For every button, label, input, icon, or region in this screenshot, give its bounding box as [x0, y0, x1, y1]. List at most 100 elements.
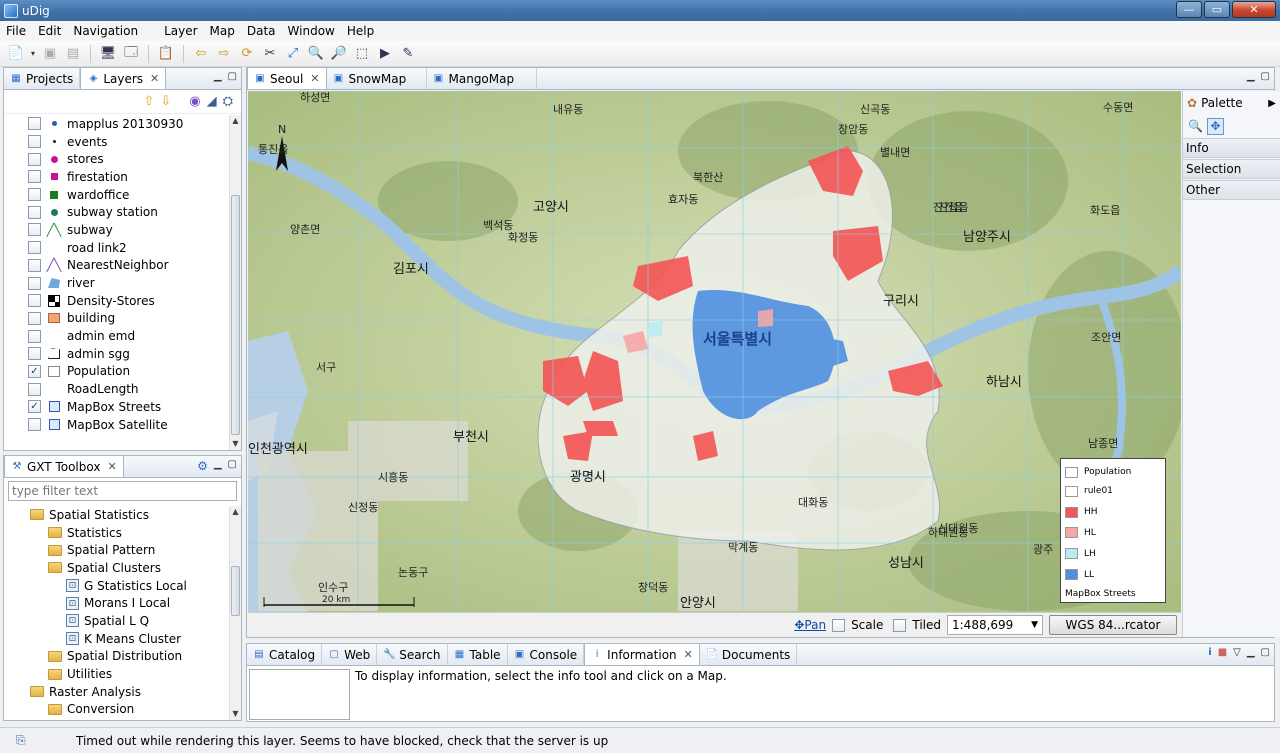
toolbox-tool[interactable]: ⚀ Spatial L Q	[4, 612, 229, 630]
maximize-view-icon[interactable]: ▢	[1261, 647, 1270, 658]
menu-map[interactable]: Map	[204, 24, 241, 38]
new-map-icon[interactable]: 🖥	[98, 44, 118, 64]
save-all-icon[interactable]: ▤	[63, 44, 83, 64]
close-tab-icon[interactable]: ✕	[310, 72, 319, 85]
layer-visibility-checkbox[interactable]	[28, 170, 41, 184]
toolbox-folder[interactable]: Spatial Pattern	[4, 541, 229, 559]
layer-visibility-checkbox[interactable]	[28, 382, 41, 396]
maximize-button[interactable]: ▭	[1204, 1, 1230, 18]
tiled-checkbox[interactable]	[893, 618, 907, 632]
zoom-extent-icon[interactable]: ⤢	[283, 44, 303, 64]
layer-visibility-checkbox[interactable]: ✓	[28, 400, 41, 414]
stop-icon[interactable]: ✂	[260, 44, 280, 64]
tab-snowmap[interactable]: ▣ SnowMap	[327, 68, 427, 89]
layer-visibility-checkbox[interactable]	[28, 188, 41, 202]
layer-visibility-checkbox[interactable]	[28, 258, 41, 272]
tab-documents[interactable]: 📄 Documents	[700, 644, 798, 665]
menu-data[interactable]: Data	[241, 24, 282, 38]
layer-visibility-checkbox[interactable]	[28, 294, 41, 308]
new-icon[interactable]: 📄	[6, 44, 26, 64]
map-canvas[interactable]: N 20 km 하성면 통진읍 양촌면 김포시 서구 인천광역시 부천시 시흥동 고양시 백석동 화…	[248, 91, 1181, 612]
zoom-out-icon[interactable]: 🔎	[329, 44, 349, 64]
menu-window[interactable]: Window	[282, 24, 341, 38]
tab-catalog[interactable]: ▤ Catalog	[247, 644, 323, 665]
scroll-up-icon[interactable]: ▲	[230, 506, 241, 518]
drawer-info[interactable]: Info	[1183, 138, 1280, 158]
layer-item[interactable]: admin emd	[4, 327, 229, 345]
layer-visibility-checkbox[interactable]	[28, 347, 41, 361]
layer-visibility-checkbox[interactable]: ✓	[28, 364, 41, 378]
layer-item[interactable]: mapplus 20130930	[4, 115, 229, 133]
toolbox-tool[interactable]: ⚀ K Means Cluster	[4, 630, 229, 648]
toolbox-scrollbar[interactable]: ▲ ▼	[229, 506, 241, 720]
tab-layers[interactable]: ◈ Layers ✕	[80, 67, 167, 89]
layer-visibility-checkbox[interactable]	[28, 276, 41, 290]
tab-table[interactable]: ▦ Table	[448, 644, 508, 665]
minimize-view-icon[interactable]: ▁	[214, 459, 222, 473]
layer-item[interactable]: events	[4, 133, 229, 151]
menu-navigation[interactable]: Navigation	[67, 24, 144, 38]
layer-visibility-checkbox[interactable]	[28, 311, 41, 325]
close-tab-icon[interactable]: ✕	[684, 648, 693, 661]
close-tab-icon[interactable]: ✕	[150, 72, 159, 85]
layer-item[interactable]: stores	[4, 150, 229, 168]
minimize-view-icon[interactable]: ▁	[1247, 647, 1255, 658]
minimize-button[interactable]: —	[1176, 1, 1202, 18]
toolbox-folder[interactable]: Spatial Clusters	[4, 559, 229, 577]
layers-scrollbar[interactable]: ▲ ▼	[229, 115, 241, 450]
toolbox-folder[interactable]: Utilities	[4, 665, 229, 683]
scale-select[interactable]: 1:488,699 ▼	[947, 615, 1043, 635]
layer-item[interactable]: Density-Stores	[4, 292, 229, 310]
layer-visibility-checkbox[interactable]	[28, 135, 41, 149]
layer-item[interactable]: firestation	[4, 168, 229, 186]
layer-item[interactable]: building	[4, 310, 229, 328]
back-icon[interactable]: ⇦	[191, 44, 211, 64]
style-icon[interactable]: ◉	[189, 94, 200, 109]
toolbox-folder[interactable]: Statistics	[4, 524, 229, 542]
drawer-selection[interactable]: Selection	[1183, 159, 1280, 179]
save-icon[interactable]: ▣	[40, 44, 60, 64]
layer-visibility-checkbox[interactable]	[28, 223, 41, 237]
scroll-up-icon[interactable]: ▲	[230, 115, 241, 127]
dropdown-arrow-icon[interactable]: ▾	[29, 44, 37, 64]
toolbox-folder[interactable]: Conversion	[4, 701, 229, 719]
view-menu-icon[interactable]: ▽	[1233, 647, 1241, 658]
map-svg[interactable]: N 20 km 하성면통진읍양촌면김포시서구인천광역시부천시시흥동고양시백석동화…	[248, 91, 1181, 612]
tab-seoul[interactable]: ▣ Seoul ✕	[247, 67, 327, 89]
crs-button[interactable]: WGS 84...rcator	[1049, 615, 1177, 635]
close-tab-icon[interactable]: ✕	[107, 460, 116, 473]
close-window-button[interactable]: ✕	[1232, 1, 1276, 18]
layer-item[interactable]: wardoffice	[4, 186, 229, 204]
layer-item[interactable]: RoadLength	[4, 380, 229, 398]
toolbox-folder[interactable]: Raster Analysis	[4, 683, 229, 701]
maximize-view-icon[interactable]: ▢	[228, 71, 237, 82]
menu-file[interactable]: File	[0, 24, 32, 38]
tab-gxt-toolbox[interactable]: ⚒ GXT Toolbox ✕	[4, 455, 124, 477]
toolbox-tool[interactable]: ⚀ G Statistics Local	[4, 577, 229, 595]
layer-visibility-checkbox[interactable]	[28, 152, 41, 166]
tab-projects[interactable]: ▦ Projects	[4, 68, 81, 89]
drawer-other[interactable]: Other	[1183, 180, 1280, 200]
toolbox-tool[interactable]: ⚀ Morans I Local	[4, 594, 229, 612]
scroll-down-icon[interactable]: ▼	[230, 708, 241, 720]
scale-checkbox[interactable]	[832, 618, 846, 632]
minimize-view-icon[interactable]: ▁	[1247, 71, 1255, 82]
layer-item[interactable]: ✓ MapBox Streets	[4, 398, 229, 416]
layer-item[interactable]: subway station	[4, 203, 229, 221]
layer-item[interactable]: admin sgg	[4, 345, 229, 363]
settings-gear-icon[interactable]: ⚙	[197, 459, 208, 473]
minimize-view-icon[interactable]: ▁	[214, 71, 222, 82]
forward-icon[interactable]: ⇨	[214, 44, 234, 64]
layer-item[interactable]: ✓ Population	[4, 363, 229, 381]
tab-search[interactable]: 🔧 Search	[377, 644, 448, 665]
layer-visibility-checkbox[interactable]	[28, 418, 41, 432]
layer-visibility-checkbox[interactable]	[28, 329, 41, 343]
toolbox-folder[interactable]: Spatial Statistics	[4, 506, 229, 524]
scroll-down-icon[interactable]: ▼	[230, 438, 241, 450]
move-up-icon[interactable]: ⇧	[143, 94, 154, 109]
chevron-right-icon[interactable]: ▶	[1268, 98, 1276, 109]
tab-web[interactable]: ▢ Web	[322, 644, 378, 665]
stop-icon[interactable]: ■	[1218, 647, 1227, 658]
layer-properties-icon[interactable]: ◢	[207, 94, 217, 109]
layer-item[interactable]: ╱╲ subway	[4, 221, 229, 239]
